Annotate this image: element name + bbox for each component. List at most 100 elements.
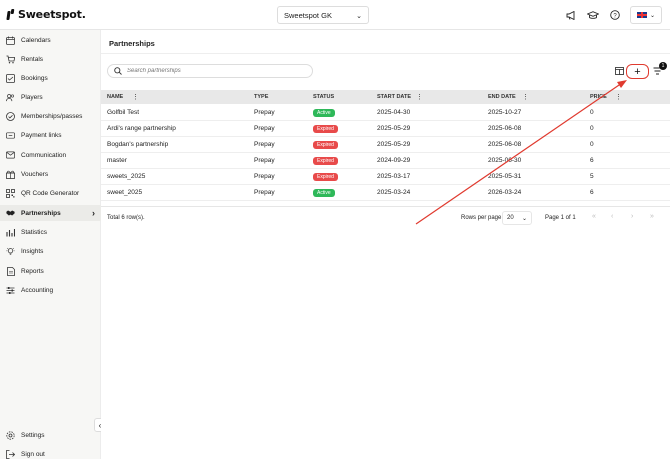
sidebar-item-bookings[interactable]: Bookings bbox=[0, 70, 101, 86]
cell-name: Ardi's range partnership bbox=[107, 125, 176, 132]
cell-start-date: 2025-04-30 bbox=[377, 109, 411, 116]
sidebar-item-label: Calendars bbox=[21, 36, 51, 44]
cell-end-date: 2025-06-08 bbox=[488, 125, 522, 132]
cell-price: 6 bbox=[590, 189, 594, 196]
next-page-icon[interactable]: › bbox=[631, 213, 633, 220]
cell-end-date: 2025-06-30 bbox=[488, 157, 522, 164]
sidebar-item-vouchers[interactable]: Vouchers bbox=[0, 166, 101, 182]
sidebar-item-communication[interactable]: Communication bbox=[0, 147, 101, 163]
table-row[interactable]: Bogdan's partnership Prepay Expired 2025… bbox=[101, 137, 670, 153]
sidebar-item-players[interactable]: Players bbox=[0, 89, 101, 105]
status-badge: Expired bbox=[313, 141, 338, 149]
column-header-start-date[interactable]: START DATE bbox=[377, 94, 411, 100]
cell-end-date: 2026-03-24 bbox=[488, 189, 522, 196]
table-row[interactable]: Golfbil Test Prepay Active 2025-04-30 20… bbox=[101, 105, 670, 121]
chevron-down-icon: ⌄ bbox=[356, 13, 362, 20]
column-menu-icon[interactable]: ⋮ bbox=[132, 93, 139, 101]
cell-start-date: 2025-05-29 bbox=[377, 125, 411, 132]
sidebar-item-label: Sign out bbox=[21, 450, 45, 458]
cell-name: Golfbil Test bbox=[107, 109, 140, 116]
column-menu-icon[interactable]: ⋮ bbox=[416, 93, 423, 101]
cart-icon bbox=[6, 55, 15, 64]
svg-text:?: ? bbox=[613, 13, 617, 19]
sidebar-item-payment-links[interactable]: Payment links bbox=[0, 127, 101, 143]
club-select[interactable]: Sweetspot GK ⌄ bbox=[277, 6, 369, 24]
sidebar-item-statistics[interactable]: Statistics bbox=[0, 224, 101, 240]
cell-start-date: 2024-09-29 bbox=[377, 157, 411, 164]
status-badge: Expired bbox=[313, 157, 338, 165]
cell-name: sweet_2025 bbox=[107, 189, 143, 196]
cell-name: sweets_2025 bbox=[107, 173, 146, 180]
cell-start-date: 2025-03-17 bbox=[377, 173, 411, 180]
rows-per-page-select[interactable]: 20 ⌄ bbox=[502, 211, 532, 225]
column-header-status[interactable]: STATUS bbox=[313, 94, 334, 100]
chevron-right-icon: › bbox=[92, 208, 95, 218]
column-header-name[interactable]: NAME bbox=[107, 94, 123, 100]
sidebar-item-reports[interactable]: Reports bbox=[0, 263, 101, 279]
sidebar-item-label: Reports bbox=[21, 267, 44, 275]
chevron-down-icon: ⌄ bbox=[649, 12, 656, 19]
check-circle-icon bbox=[6, 111, 15, 121]
cell-end-date: 2025-05-31 bbox=[488, 173, 522, 180]
cell-price: 0 bbox=[590, 109, 594, 116]
cell-name: master bbox=[107, 157, 127, 164]
column-header-price[interactable]: PRICE bbox=[590, 94, 607, 100]
search-input[interactable] bbox=[127, 68, 307, 74]
graduation-cap-icon[interactable] bbox=[586, 8, 600, 22]
column-header-end-date[interactable]: END DATE bbox=[488, 94, 516, 100]
sidebar-item-rentals[interactable]: Rentals bbox=[0, 51, 101, 67]
sidebar-item-settings[interactable]: Settings bbox=[0, 427, 101, 443]
column-menu-icon[interactable]: ⋮ bbox=[522, 93, 529, 101]
sidebar-item-partnerships[interactable]: Partnerships › bbox=[0, 205, 101, 221]
sidebar-item-insights[interactable]: Insights bbox=[0, 243, 101, 259]
sidebar-item-calendars[interactable]: Calendars bbox=[0, 32, 101, 48]
sliders-icon bbox=[6, 286, 15, 295]
sidebar-item-qr-code-generator[interactable]: QR Code Generator bbox=[0, 185, 101, 201]
columns-view-button[interactable] bbox=[612, 64, 626, 78]
language-select[interactable]: ⌄ bbox=[630, 6, 662, 24]
mail-icon bbox=[6, 151, 15, 160]
cell-start-date: 2025-03-24 bbox=[377, 189, 411, 196]
sidebar-item-label: Communication bbox=[21, 151, 67, 159]
plus-icon: + bbox=[634, 65, 641, 78]
top-bar: Sweetspot. Sweetspot GK ⌄ ? ⌄ bbox=[0, 0, 670, 30]
table-header: NAME ⋮ TYPE STATUS START DATE ⋮ END DATE… bbox=[101, 90, 670, 104]
sidebar-item-accounting[interactable]: Accounting bbox=[0, 282, 101, 298]
search-icon bbox=[114, 67, 122, 75]
lightbulb-icon bbox=[6, 247, 15, 256]
rows-per-page-label: Rows per page bbox=[461, 215, 502, 221]
search-box[interactable] bbox=[107, 64, 313, 78]
megaphone-icon[interactable] bbox=[564, 8, 578, 22]
sidebar-item-sign-out[interactable]: Sign out bbox=[0, 446, 101, 459]
prev-page-icon[interactable]: ‹ bbox=[611, 213, 613, 220]
cell-price: 0 bbox=[590, 125, 594, 132]
cell-end-date: 2025-10-27 bbox=[488, 109, 522, 116]
divider bbox=[101, 53, 670, 54]
table-row[interactable]: sweets_2025 Prepay Expired 2025-03-17 20… bbox=[101, 169, 670, 185]
cell-start-date: 2025-05-29 bbox=[377, 141, 411, 148]
cell-type: Prepay bbox=[254, 125, 275, 132]
table-row[interactable]: master Prepay Expired 2024-09-29 2025-06… bbox=[101, 153, 670, 169]
cell-price: 5 bbox=[590, 173, 594, 180]
sweetspot-logo[interactable]: Sweetspot. bbox=[6, 8, 86, 21]
sidebar-item-label: Statistics bbox=[21, 228, 48, 236]
sidebar-item-memberships[interactable]: Memberships/passes bbox=[0, 108, 101, 124]
cell-price: 6 bbox=[590, 157, 594, 164]
rows-per-page-value: 20 bbox=[507, 215, 514, 221]
column-menu-icon[interactable]: ⋮ bbox=[615, 93, 622, 101]
logo-text: Sweetspot. bbox=[18, 8, 86, 21]
last-page-icon[interactable]: » bbox=[650, 213, 654, 220]
column-header-type[interactable]: TYPE bbox=[254, 94, 268, 100]
bookings-icon bbox=[6, 73, 15, 83]
cell-price: 0 bbox=[590, 141, 594, 148]
table-row[interactable]: Ardi's range partnership Prepay Expired … bbox=[101, 121, 670, 137]
page-title: Partnerships bbox=[109, 39, 155, 48]
help-icon[interactable]: ? bbox=[608, 8, 622, 22]
first-page-icon[interactable]: « bbox=[592, 213, 596, 220]
table-row[interactable]: sweet_2025 Prepay Active 2025-03-24 2026… bbox=[101, 185, 670, 201]
sidebar-item-label: Players bbox=[21, 93, 43, 101]
sidebar-item-label: Memberships/passes bbox=[21, 112, 83, 120]
cell-type: Prepay bbox=[254, 173, 275, 180]
add-partnership-button[interactable]: + bbox=[626, 64, 649, 79]
cell-end-date: 2025-06-08 bbox=[488, 141, 522, 148]
